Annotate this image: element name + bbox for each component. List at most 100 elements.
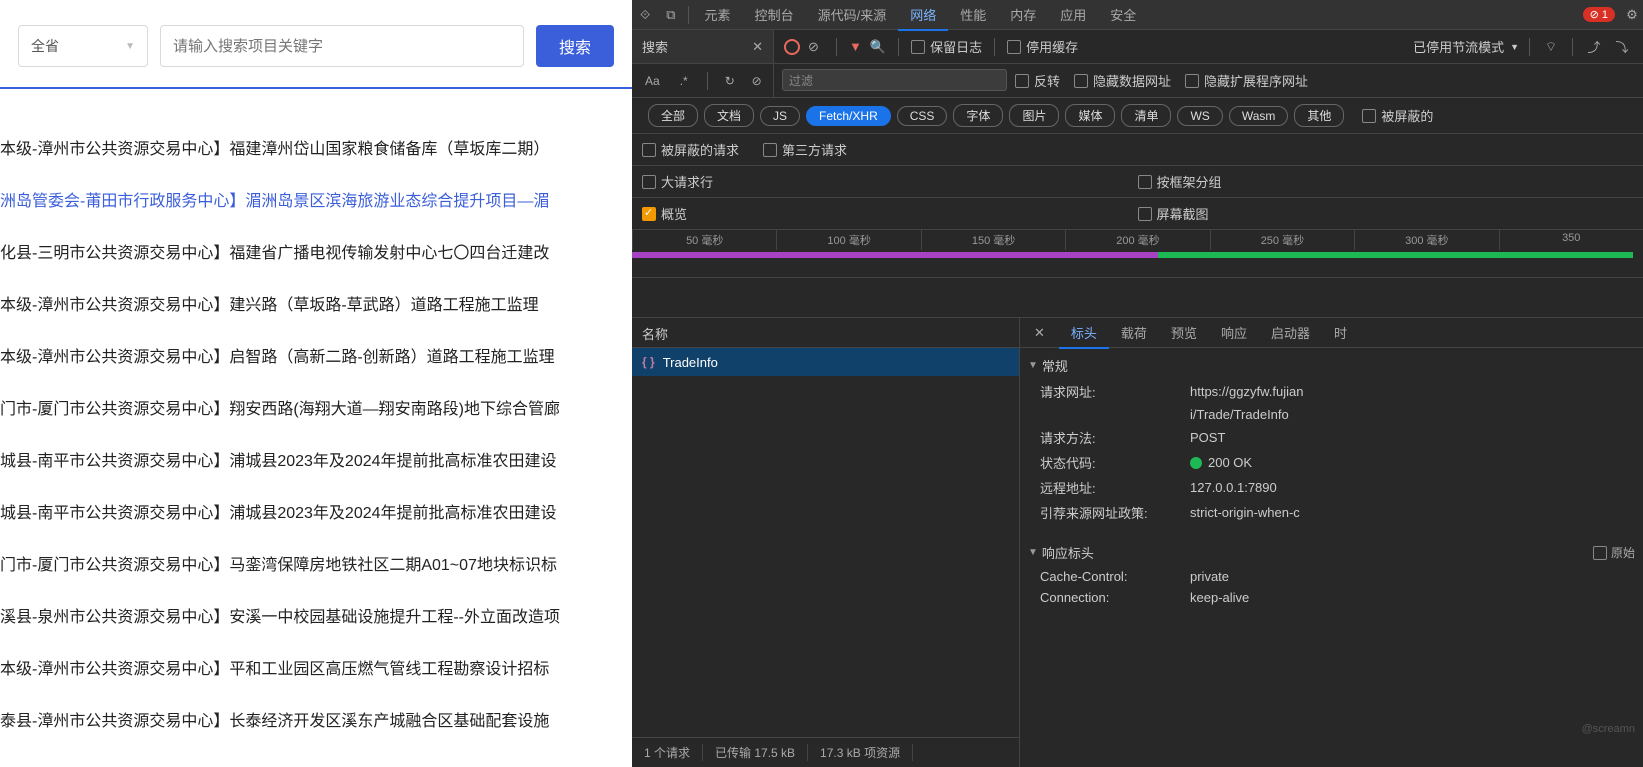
group-frame-checkbox[interactable]: 按框架分组 [1138, 172, 1222, 191]
timeline[interactable]: 50 毫秒100 毫秒150 毫秒200 毫秒250 毫秒300 毫秒350 [632, 230, 1643, 278]
clear-icon[interactable]: ⊘ [808, 39, 824, 55]
chevron-down-icon[interactable]: ▼ [1510, 42, 1519, 52]
invert-checkbox[interactable]: 反转 [1015, 71, 1060, 90]
timeline-tick: 200 毫秒 [1065, 230, 1209, 250]
result-item[interactable]: 本级-漳州市公共资源交易中心】建兴路（草坂路-草武路）道路工程施工监理 [0, 280, 632, 332]
refresh-icon[interactable]: ↻ [724, 73, 735, 89]
regex-toggle[interactable]: .* [675, 71, 693, 91]
detail-tab[interactable]: 预览 [1159, 320, 1209, 347]
header-row: i/Trade/TradeInfo [1020, 404, 1643, 425]
filter-chip[interactable]: CSS [897, 106, 948, 126]
disable-cache-checkbox[interactable]: 停用缓存 [1007, 37, 1078, 56]
big-rows-checkbox[interactable]: 大请求行 [642, 172, 713, 191]
devtools-tab[interactable]: 源代码/来源 [806, 2, 899, 29]
response-headers-section[interactable]: ▼响应标头 原始 [1020, 539, 1643, 566]
overview-checkbox[interactable]: 概览 [642, 204, 687, 223]
filter-chip[interactable]: 全部 [648, 104, 698, 127]
inspect-icon[interactable]: ⟐ [632, 7, 658, 23]
name-column-header[interactable]: 名称 [632, 318, 1019, 348]
result-item[interactable]: 本级-漳州市公共资源交易中心】平和工业园区高压燃气管线工程勘察设计招标 [0, 644, 632, 696]
request-footer: 1 个请求 已传输 17.5 kB 17.3 kB 项资源 [632, 737, 1019, 767]
timeline-tick: 50 毫秒 [632, 230, 776, 250]
upload-icon[interactable]: ⤴ [1586, 39, 1602, 55]
result-item[interactable]: 门市-厦门市公共资源交易中心】马銮湾保障房地铁社区二期A01~07地块标识标 [0, 540, 632, 592]
web-page: 全省 ▼ 搜索 本级-漳州市公共资源交易中心】福建漳州岱山国家粮食储备库（草坂库… [0, 0, 632, 767]
search-icon[interactable]: 🔍 [870, 39, 886, 55]
header-row: 请求方法:POST [1020, 425, 1643, 450]
general-section[interactable]: ▼常规 [1020, 352, 1643, 379]
device-icon[interactable]: ⧉ [658, 7, 683, 23]
search-bar: 全省 ▼ 搜索 [0, 0, 632, 89]
filter-chip[interactable]: WS [1177, 106, 1222, 126]
detail-tab[interactable]: 启动器 [1259, 320, 1322, 347]
blocked-cookies-checkbox[interactable]: 被屏蔽的 [1362, 104, 1433, 127]
search-button[interactable]: 搜索 [536, 25, 614, 67]
filter-chip[interactable]: 其他 [1294, 104, 1344, 127]
request-row[interactable]: { } TradeInfo [632, 348, 1019, 376]
transferred: 已传输 17.5 kB [703, 744, 808, 761]
blocked-req-checkbox[interactable]: 被屏蔽的请求 [642, 140, 739, 159]
filter-row: Aa .* ↻ ⊘ 过滤 反转 隐藏数据网址 隐藏扩展程序网址 [632, 64, 1643, 98]
filter-chip[interactable]: 清单 [1121, 104, 1171, 127]
filter-chip[interactable]: 图片 [1009, 104, 1059, 127]
filter-chip[interactable]: 文档 [704, 104, 754, 127]
third-party-checkbox[interactable]: 第三方请求 [763, 140, 847, 159]
filter-input[interactable]: 过滤 [782, 69, 1007, 91]
devtools: ⟐ ⧉ 元素控制台源代码/来源网络性能内存应用安全 ⊘ 1 ⚙ 搜索 ✕ ⊘ ▼… [632, 0, 1643, 767]
download-icon[interactable]: ⤵ [1614, 39, 1630, 55]
divider [1529, 38, 1530, 56]
devtools-tab[interactable]: 应用 [1048, 2, 1098, 29]
detail-tab[interactable]: 标头 [1059, 320, 1109, 349]
header-row: Connection:keep-alive [1020, 587, 1643, 608]
keyword-input[interactable] [160, 25, 524, 67]
result-item[interactable]: 门市-厦门市公共资源交易中心】翔安西路(海翔大道—翔安南路段)地下综合管廊 [0, 384, 632, 436]
timeline-tick: 100 毫秒 [776, 230, 920, 250]
close-icon[interactable]: ✕ [742, 39, 773, 55]
devtools-tab[interactable]: 内存 [998, 2, 1048, 29]
result-item[interactable]: 城县-南平市公共资源交易中心】浦城县2023年及2024年提前批高标准农田建设 [0, 488, 632, 540]
filter-icon[interactable]: ▼ [849, 39, 862, 54]
clear-icon[interactable]: ⊘ [751, 73, 762, 89]
detail-tabs: ✕ 标头载荷预览响应启动器时 [1020, 318, 1643, 348]
preserve-log-checkbox[interactable]: 保留日志 [911, 37, 982, 56]
raw-checkbox[interactable]: 原始 [1593, 544, 1635, 561]
result-item[interactable]: 本级-漳州市公共资源交易中心】福建漳州岱山国家粮食储备库（草坂库二期） [0, 124, 632, 176]
filter-chip[interactable]: Wasm [1229, 106, 1289, 126]
settings-icon[interactable]: ⚙ [1624, 7, 1640, 23]
result-item[interactable]: 本级-漳州市公共资源交易中心】启智路（高新二路-创新路）道路工程施工监理 [0, 332, 632, 384]
result-item[interactable]: 泰县-漳州市公共资源交易中心】长泰经济开发区溪东产城融合区基础配套设施 [0, 696, 632, 748]
throttle-label[interactable]: 已停用节流模式 [1413, 37, 1504, 56]
filter-chip[interactable]: JS [760, 106, 800, 126]
network-toolbar: ⊘ ▼ 🔍 保留日志 停用缓存 已停用节流模式 ▼ ⌔ ⤴ ⤵ [774, 30, 1643, 63]
devtools-tab[interactable]: 控制台 [743, 2, 806, 29]
detail-tab[interactable]: 响应 [1209, 320, 1259, 347]
result-item[interactable]: 溪县-泉州市公共资源交易中心】安溪一中校园基础设施提升工程--外立面改造项 [0, 592, 632, 644]
timeline-tick: 350 [1499, 230, 1643, 250]
province-select[interactable]: 全省 ▼ [18, 25, 148, 67]
screenshots-checkbox[interactable]: 屏幕截图 [1138, 204, 1209, 223]
wifi-icon[interactable]: ⌔ [1543, 39, 1559, 55]
devtools-tab[interactable]: 元素 [693, 2, 743, 29]
result-item[interactable]: 洲岛管委会-莆田市行政服务中心】湄洲岛景区滨海旅游业态综合提升项目—湄 [0, 176, 632, 228]
devtools-tab[interactable]: 网络 [898, 2, 948, 31]
hide-ext-checkbox[interactable]: 隐藏扩展程序网址 [1185, 71, 1308, 90]
hide-data-checkbox[interactable]: 隐藏数据网址 [1074, 71, 1171, 90]
search-label: 搜索 [632, 37, 742, 56]
filter-chip[interactable]: Fetch/XHR [806, 106, 891, 126]
filter-chip[interactable]: 字体 [953, 104, 1003, 127]
detail-body: ▼常规 请求网址:https://ggzyfw.fujiani/Trade/Tr… [1020, 348, 1643, 767]
match-case-toggle[interactable]: Aa [640, 71, 665, 91]
devtools-tab[interactable]: 安全 [1098, 2, 1148, 29]
filter-chip[interactable]: 媒体 [1065, 104, 1115, 127]
divider [994, 38, 995, 56]
close-icon[interactable]: ✕ [1024, 325, 1055, 341]
devtools-tab[interactable]: 性能 [948, 2, 998, 29]
detail-tab[interactable]: 时 [1322, 320, 1359, 347]
result-item[interactable]: 城县-南平市公共资源交易中心】浦城县2023年及2024年提前批高标准农田建设 [0, 436, 632, 488]
record-button[interactable] [784, 39, 800, 55]
detail-tab[interactable]: 载荷 [1109, 320, 1159, 347]
error-badge[interactable]: ⊘ 1 [1583, 7, 1615, 22]
view-options-row2: 概览 屏幕截图 [632, 198, 1643, 230]
result-item[interactable]: 化县-三明市公共资源交易中心】福建省广播电视传输发射中心七〇四台迁建改 [0, 228, 632, 280]
divider [688, 6, 689, 24]
